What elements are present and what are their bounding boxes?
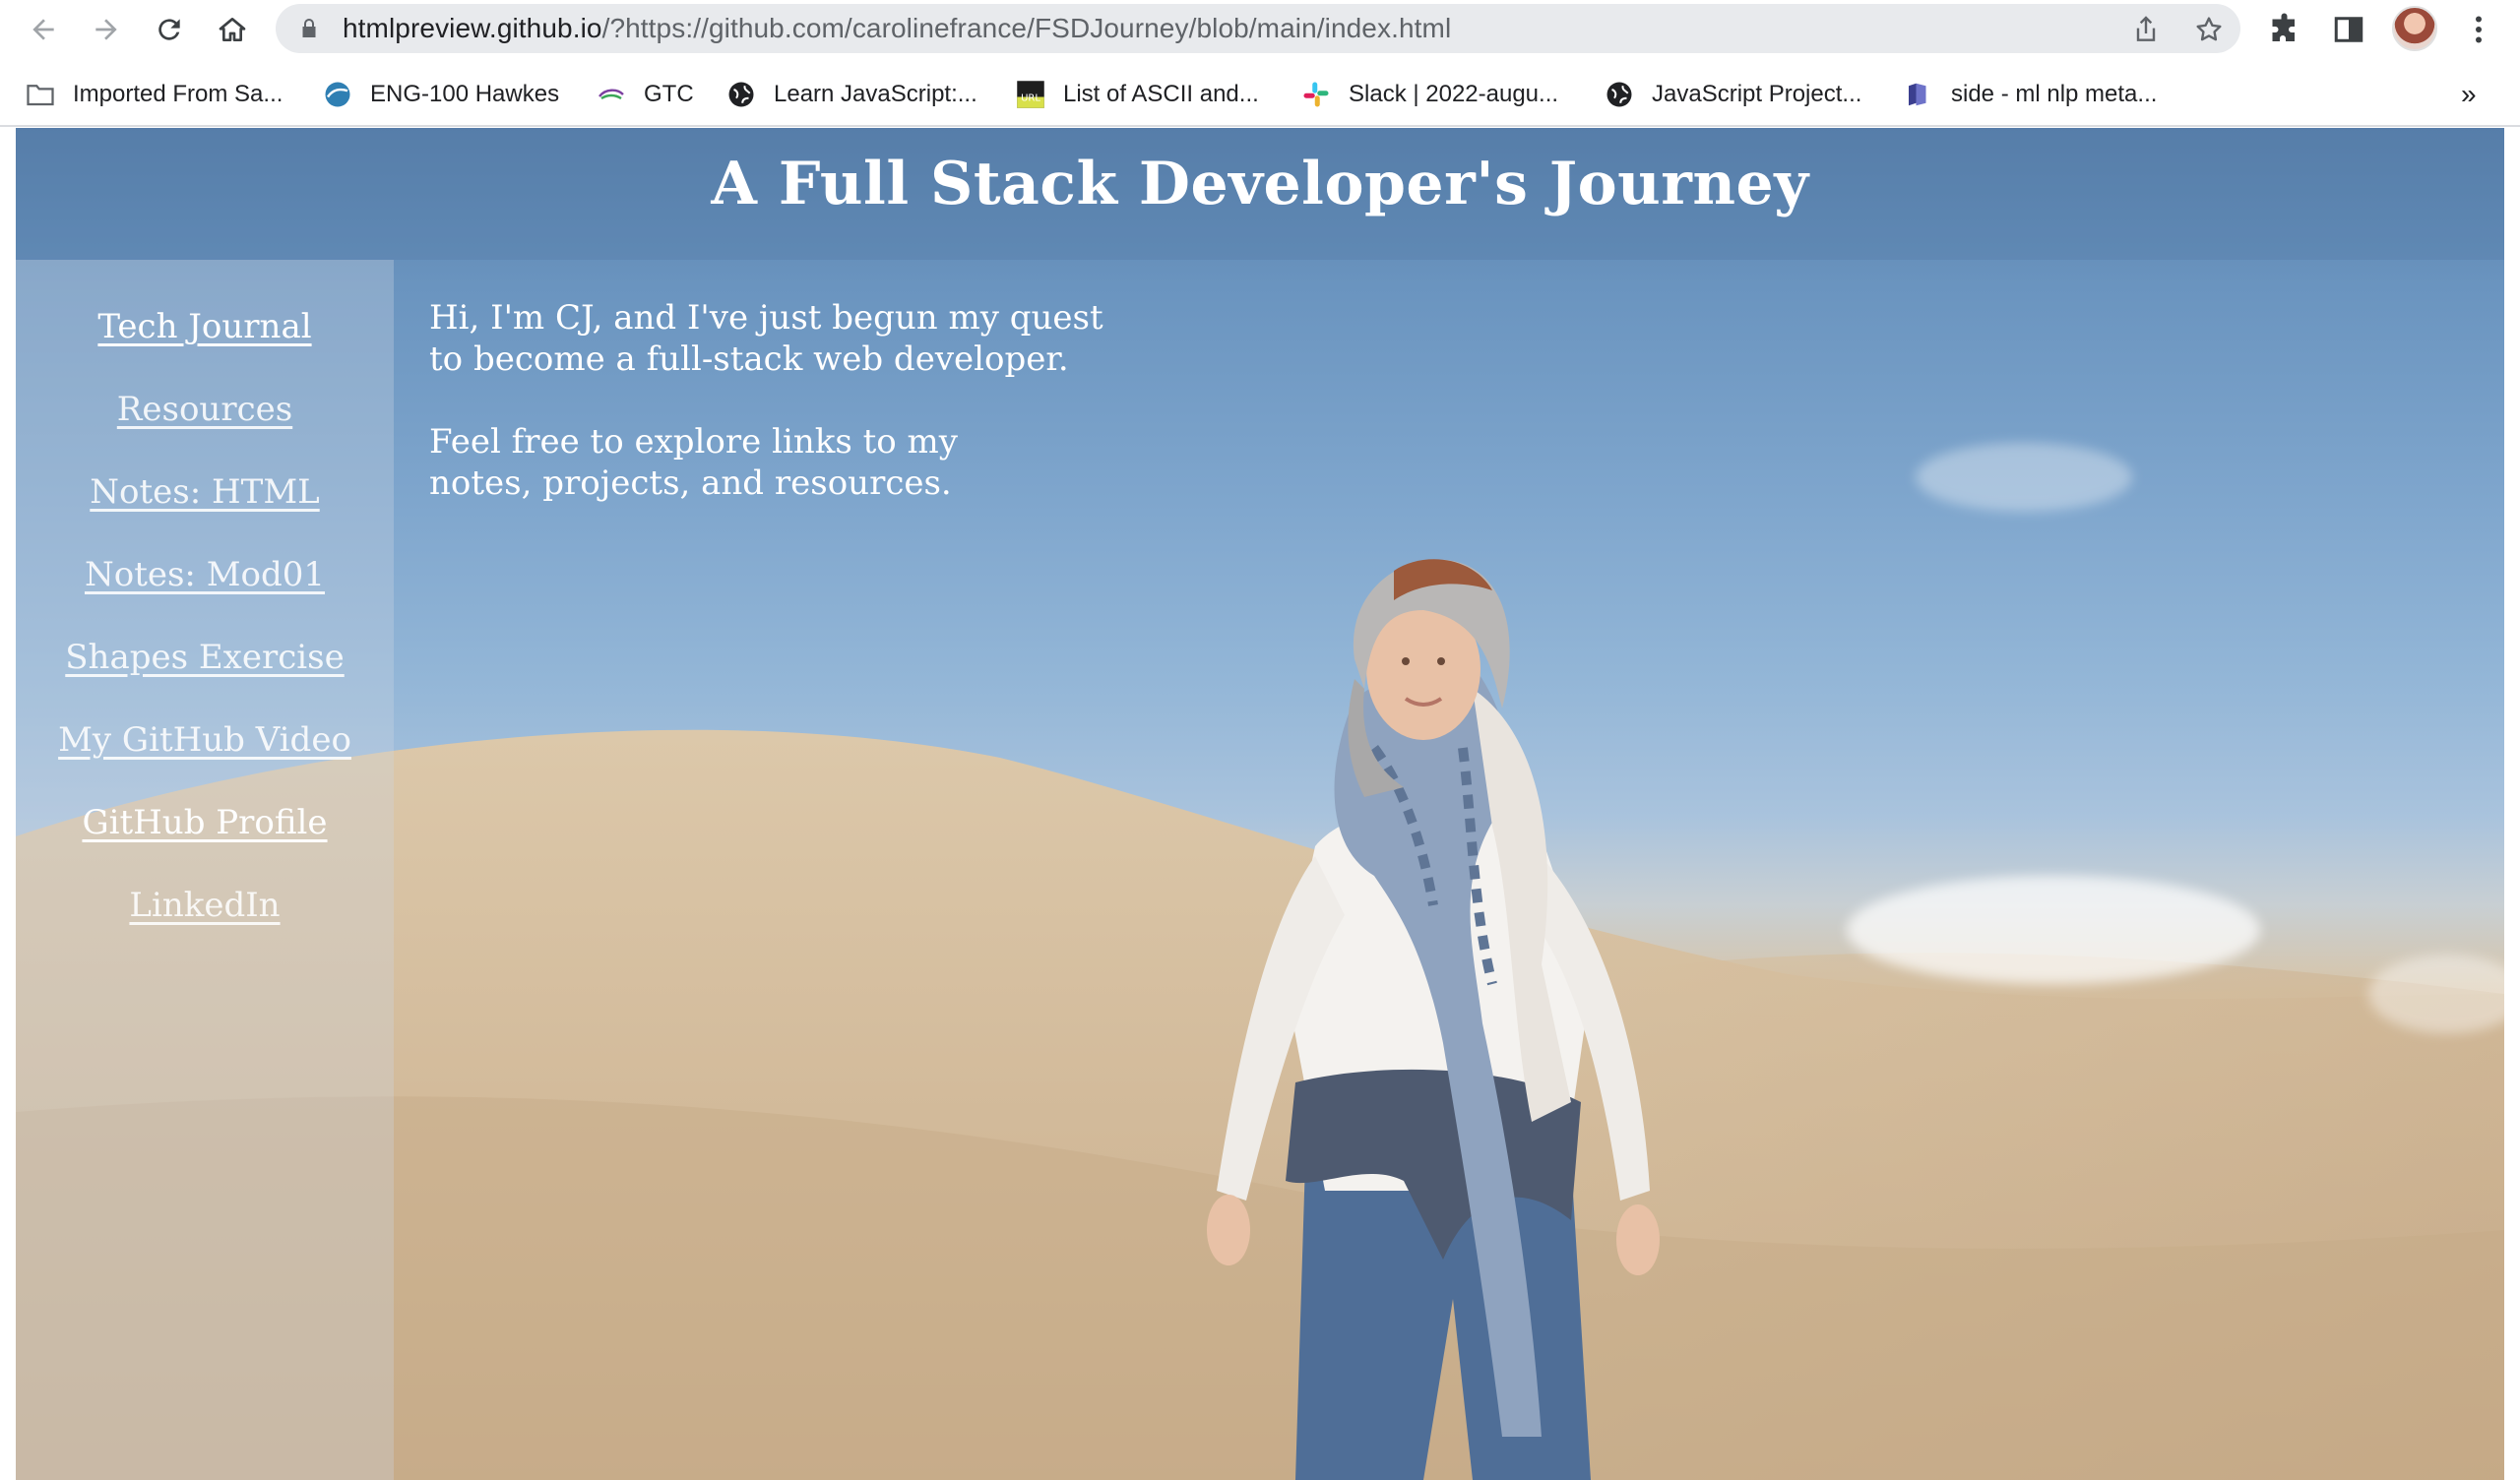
bookmark-item[interactable]: GTC [597, 65, 694, 124]
web-page: A Full Stack Developer's Journey Tech Jo… [16, 128, 2504, 1480]
svg-text:URL: URL [1021, 92, 1040, 103]
browser-toolbar: htmlpreview.github.io/?https://github.co… [0, 0, 2520, 57]
bookmark-label: List of ASCII and... [1063, 81, 1259, 107]
gtc-logo-icon [597, 80, 626, 109]
bookmark-item[interactable]: side - ml nlp meta... [1904, 65, 2157, 124]
globe-icon [726, 80, 756, 109]
cloud [1916, 443, 2132, 512]
page-title: A Full Stack Developer's Journey [711, 150, 1809, 218]
url-path: /?https://github.com/carolinefrance/FSDJ… [601, 13, 1452, 43]
home-button[interactable] [211, 8, 254, 51]
notion-icon [1904, 80, 1933, 109]
arrow-left-icon [32, 19, 54, 40]
bookmark-label: Imported From Sa... [73, 81, 284, 107]
bookmark-label: Learn JavaScript:... [774, 81, 977, 107]
nav-link-github-video[interactable]: My GitHub Video [16, 720, 394, 760]
bookmark-label: Slack | 2022-augu... [1349, 81, 1559, 107]
slack-icon [1301, 80, 1331, 109]
bookmark-item[interactable]: URL List of ASCII and... [1016, 65, 1259, 124]
bookmark-item[interactable]: Slack | 2022-augu... [1301, 65, 1558, 124]
bookmarks-overflow-button[interactable]: » [2461, 79, 2477, 110]
intro-line: Feel free to explore links to my [429, 422, 958, 462]
nav-link-github-profile[interactable]: GitHub Profile [16, 803, 394, 842]
extensions-puzzle-icon[interactable] [2268, 12, 2303, 47]
globe-icon [1605, 80, 1634, 109]
sidebar-nav: Tech Journal Resources Notes: HTML Notes… [16, 260, 394, 1480]
share-icon[interactable] [2130, 14, 2162, 45]
intro-line: Hi, I'm CJ, and I've just begun my quest [429, 298, 1103, 338]
lock-icon [302, 19, 316, 37]
arrow-right-icon [95, 19, 117, 40]
url-text: htmlpreview.github.io/?https://github.co… [343, 4, 1451, 53]
globe-blue-icon [323, 80, 352, 109]
nav-link-notes-html[interactable]: Notes: HTML [16, 472, 394, 512]
chrome-divider [0, 125, 2520, 127]
profile-avatar[interactable] [2392, 6, 2437, 51]
bookmark-label: side - ml nlp meta... [1951, 81, 2158, 107]
folder-icon [26, 80, 55, 109]
bookmark-item[interactable]: JavaScript Project... [1605, 65, 1861, 124]
bookmark-label: GTC [644, 81, 694, 107]
intro-line: notes, projects, and resources. [429, 463, 952, 503]
bookmark-label: JavaScript Project... [1652, 81, 1862, 107]
bookmark-item[interactable]: Learn JavaScript:... [726, 65, 977, 124]
side-panel-icon[interactable] [2331, 12, 2366, 47]
person-photo [1207, 559, 1660, 1480]
nav-link-notes-mod01[interactable]: Notes: Mod01 [16, 555, 394, 594]
reload-button[interactable] [148, 8, 191, 51]
back-button[interactable] [22, 8, 65, 51]
bookmark-item[interactable]: ENG-100 Hawkes [323, 65, 559, 124]
bookmark-star-icon[interactable] [2193, 14, 2225, 45]
kebab-menu-icon[interactable] [2461, 12, 2496, 47]
intro-line: to become a full-stack web developer. [429, 339, 1069, 379]
address-bar[interactable]: htmlpreview.github.io/?https://github.co… [276, 4, 2240, 53]
home-icon [219, 18, 246, 41]
intro-paragraph-1: Hi, I'm CJ, and I've just begun my quest… [429, 297, 1138, 380]
bookmark-item[interactable]: Imported From Sa... [26, 65, 283, 124]
bookmark-label: ENG-100 Hawkes [370, 81, 560, 107]
nav-link-linkedin[interactable]: LinkedIn [16, 886, 394, 925]
intro-paragraph-2: Feel free to explore links to my notes, … [429, 421, 1138, 504]
url-icon: URL [1016, 80, 1045, 109]
nav-link-tech-journal[interactable]: Tech Journal [16, 307, 394, 346]
forward-button[interactable] [85, 8, 128, 51]
cloud [1847, 876, 2260, 984]
nav-link-resources[interactable]: Resources [16, 390, 394, 429]
nav-link-shapes-exercise[interactable]: Shapes Exercise [16, 638, 394, 677]
url-host: htmlpreview.github.io [343, 13, 602, 43]
reload-icon [158, 19, 180, 40]
bookmarks-bar: Imported From Sa... ENG-100 Hawkes GTC L… [0, 65, 2520, 124]
